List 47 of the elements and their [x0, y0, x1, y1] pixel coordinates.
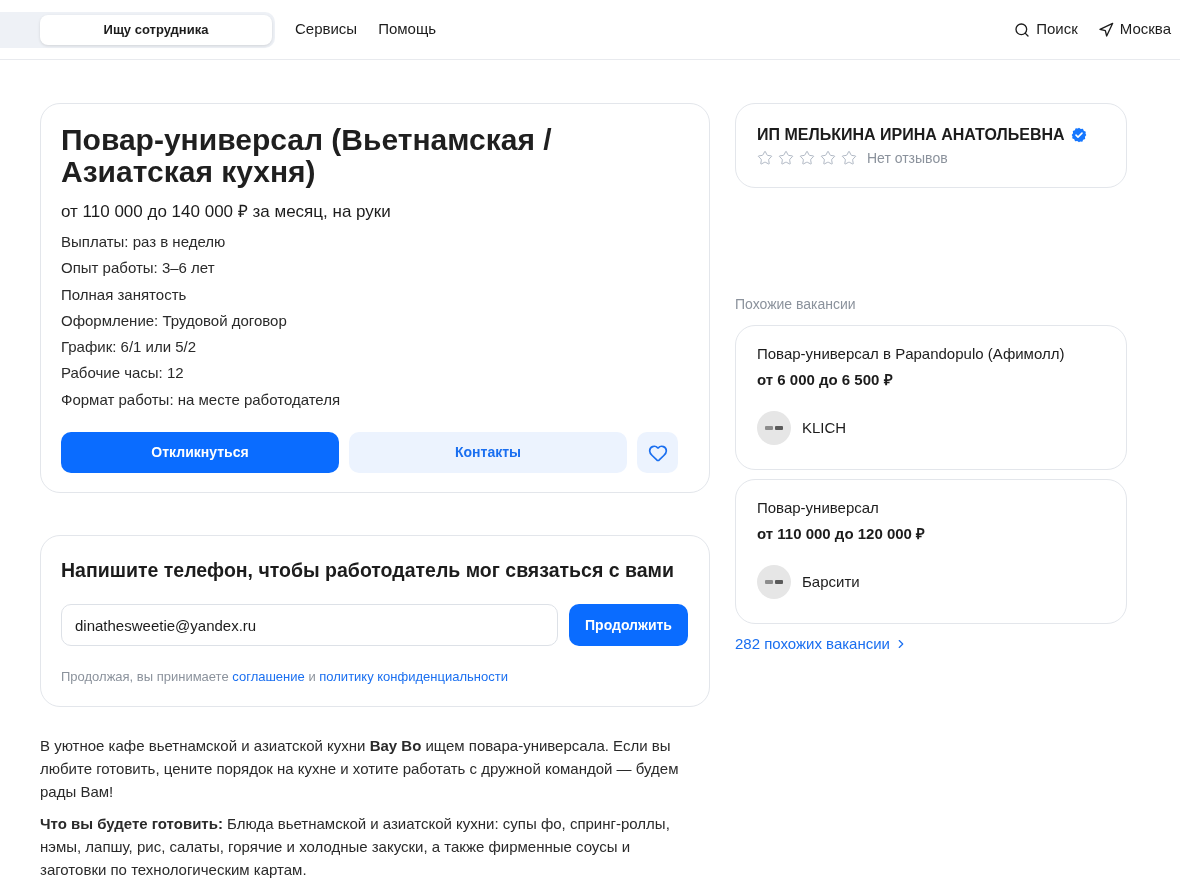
phone-form-heading: Напишите телефон, чтобы работодатель мог связаться с вами: [61, 558, 675, 584]
description-paragraph: В уютное кафе вьетнамской и азиатской кухни Bay Bo ищем повара-универсала. Если вы любите готовить, цените порядок на кухне и хотите работать с дружной командой — будем рады Вам!: [40, 736, 680, 803]
similar-vacancy-salary: от 6 000 до 6 500 ₽: [757, 370, 894, 390]
consent-text: Продолжая, вы принимаете соглашение и политику конфиденциальности: [61, 668, 509, 687]
navigation-arrow-icon: [1097, 21, 1114, 38]
star-icon: [841, 150, 857, 166]
similar-vacancy-salary: от 110 000 до 120 000 ₽: [757, 524, 927, 544]
heart-icon: [647, 442, 668, 463]
agreement-link[interactable]: соглашение: [232, 669, 305, 685]
vacancy-detail: Опыт работы: 3–6 лет: [61, 258, 216, 279]
star-icon: [757, 150, 773, 166]
salary-text: от 110 000 до 140 000 ₽ за месяц, на руки: [61, 201, 392, 223]
vacancy-detail: График: 6/1 или 5/2: [61, 337, 198, 358]
contact-input[interactable]: dinathesweetie@yandex.ru: [61, 604, 558, 647]
star-icon: [778, 150, 794, 166]
respond-button[interactable]: Откликнуться: [61, 432, 339, 474]
nav-link[interactable]: Помощь: [378, 18, 437, 41]
continue-button[interactable]: Продолжить: [569, 604, 688, 647]
employer-name[interactable]: ИП МЕЛЬКИНА ИРИНА АНАТОЛЬЕВНА: [757, 124, 1065, 146]
company-logo-icon: [757, 565, 791, 599]
vacancy-detail: Формат работы: на месте работодателя: [61, 389, 342, 410]
company-name: Барсити: [802, 571, 860, 592]
vacancy-detail: Оформление: Трудовой договор: [61, 310, 288, 331]
more-similar-link[interactable]: 282 похожих вакансии: [735, 634, 1127, 654]
privacy-policy-link[interactable]: политику конфиденциальности: [319, 669, 508, 685]
vacancy-detail: Выплаты: раз в неделю: [61, 232, 227, 252]
similar-vacancy-title: Повар-универсал в Papandopulo (Афимолл): [757, 344, 1066, 364]
vacancy-title: Повар-универсал (Вьетнамская / Азиатская кухня): [61, 124, 553, 188]
vacancy-detail: Рабочие часы: 12: [61, 363, 185, 384]
vacancy-detail: Полная занятость: [61, 284, 188, 305]
similar-vacancy-title: Повар-универсал: [757, 498, 880, 518]
similar-vacancy-card[interactable]: Повар-универсал в Papandopulo (Афимолл) от 6 000 до 6 500 ₽ KLICH: [735, 325, 1127, 470]
mode-tab[interactable]: Ищу сотрудника: [40, 14, 272, 45]
star-icon: [820, 150, 836, 166]
contacts-button[interactable]: Контакты: [349, 432, 627, 474]
favorite-button[interactable]: [637, 432, 678, 474]
star-icon: [799, 150, 815, 166]
company-name: KLICH: [802, 417, 847, 438]
similar-vacancy-card[interactable]: Повар-универсал от 110 000 до 120 000 ₽ Барсити: [735, 479, 1127, 624]
description-paragraph: Что вы будете готовить: Блюда вьетнамской и азиатской кухни: супы фо, спринг-роллы, нэмы, лапшу, рис, салаты, горячие и холодные закуски, а также фирменные соусы и заготовки по технологическим картам.: [40, 814, 671, 881]
reviews-text: Нет отзывов: [867, 149, 948, 167]
search-icon: [1014, 21, 1031, 38]
similar-heading: Похожие вакансии: [735, 295, 857, 314]
nav-link[interactable]: Сервисы: [295, 18, 358, 41]
company-logo-icon: [757, 411, 791, 445]
search-link[interactable]: Поиск: [1014, 18, 1078, 41]
location-link[interactable]: Москва: [1097, 18, 1171, 41]
